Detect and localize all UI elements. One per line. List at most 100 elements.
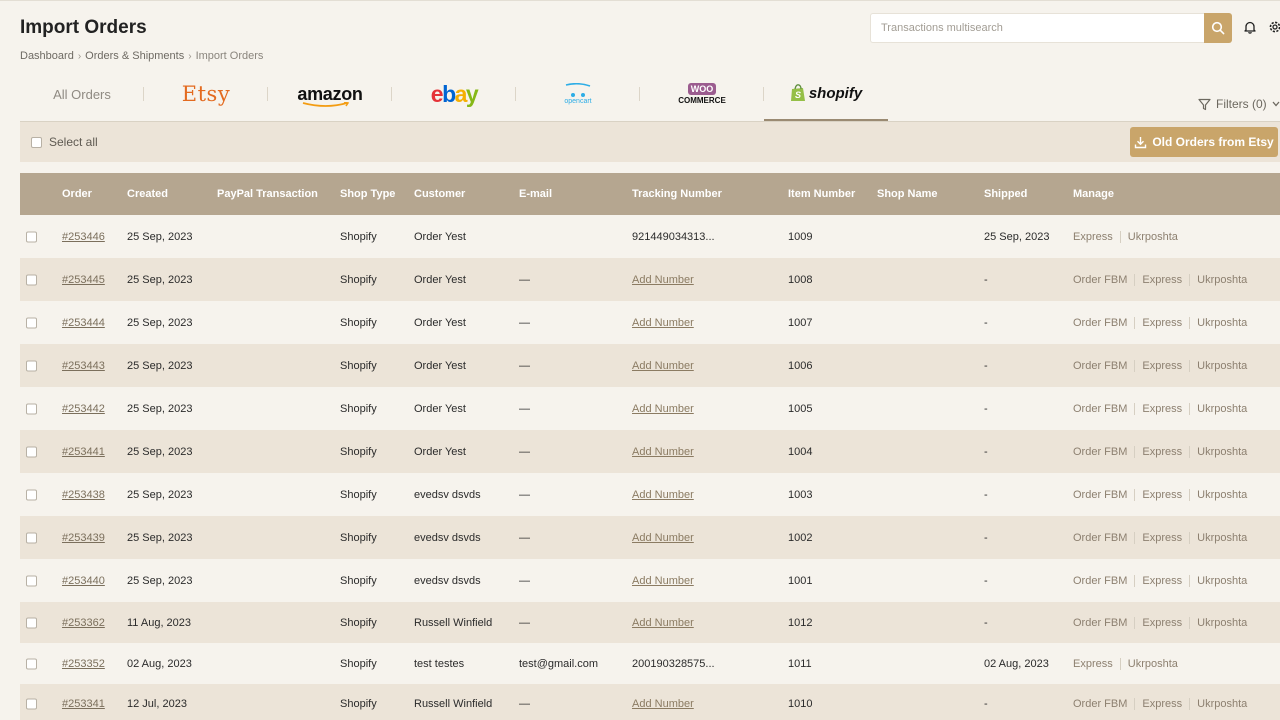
tab-shopify[interactable]: S shopify	[764, 67, 888, 121]
order-link[interactable]: #253442	[62, 403, 105, 415]
row-checkbox[interactable]	[26, 403, 37, 414]
add-number-link[interactable]: Add Number	[632, 274, 694, 286]
action-order-fbm[interactable]: Order FBM	[1073, 489, 1127, 501]
tab-ebay[interactable]: ebay	[392, 67, 516, 121]
action-express[interactable]: Express	[1142, 575, 1182, 587]
action-ukrposhta[interactable]: Ukrposhta	[1197, 274, 1247, 286]
filters-button[interactable]: Filters (0)	[1198, 97, 1280, 111]
col-paypal-transaction[interactable]: PayPal Transaction	[217, 188, 318, 200]
order-link[interactable]: #253443	[62, 360, 105, 372]
action-order-fbm[interactable]: Order FBM	[1073, 575, 1127, 587]
add-number-link[interactable]: Add Number	[632, 489, 694, 501]
row-checkbox[interactable]	[26, 698, 37, 710]
action-express[interactable]: Express	[1142, 698, 1182, 710]
action-order-fbm[interactable]: Order FBM	[1073, 317, 1127, 329]
col-order[interactable]: Order	[62, 188, 92, 200]
search-input[interactable]	[870, 13, 1204, 43]
search-button[interactable]	[1204, 13, 1232, 43]
tab-all-orders[interactable]: All Orders	[20, 67, 144, 121]
col-customer[interactable]: Customer	[414, 188, 465, 200]
col-tracking-number[interactable]: Tracking Number	[632, 188, 722, 200]
order-link[interactable]: #253441	[62, 446, 105, 458]
action-express[interactable]: Express	[1142, 317, 1182, 329]
col-email[interactable]: E-mail	[519, 188, 552, 200]
tab-amazon[interactable]: amazon	[268, 67, 392, 121]
gear-icon[interactable]	[1267, 19, 1280, 35]
tab-opencart[interactable]: opencart	[516, 67, 640, 121]
add-number-link[interactable]: Add Number	[632, 532, 694, 544]
select-all-checkbox[interactable]	[31, 136, 42, 148]
action-order-fbm[interactable]: Order FBM	[1073, 532, 1127, 544]
action-ukrposhta[interactable]: Ukrposhta	[1197, 403, 1247, 415]
action-express[interactable]: Express	[1142, 446, 1182, 458]
action-ukrposhta[interactable]: Ukrposhta	[1128, 658, 1178, 670]
action-order-fbm[interactable]: Order FBM	[1073, 274, 1127, 286]
action-ukrposhta[interactable]: Ukrposhta	[1128, 231, 1178, 243]
action-order-fbm[interactable]: Order FBM	[1073, 360, 1127, 372]
row-checkbox[interactable]	[26, 274, 37, 285]
action-ukrposhta[interactable]: Ukrposhta	[1197, 360, 1247, 372]
action-express[interactable]: Express	[1142, 532, 1182, 544]
shop-type: Shopify	[340, 488, 377, 501]
order-link[interactable]: #253440	[62, 575, 105, 587]
tab-woocommerce[interactable]: WOO COMMERCE	[640, 67, 764, 121]
col-shipped[interactable]: Shipped	[984, 188, 1027, 200]
order-link[interactable]: #253446	[62, 231, 105, 243]
tab-etsy[interactable]: Etsy	[144, 67, 268, 121]
order-link[interactable]: #253352	[62, 658, 105, 670]
action-express[interactable]: Express	[1142, 274, 1182, 286]
row-checkbox[interactable]	[26, 317, 37, 328]
action-ukrposhta[interactable]: Ukrposhta	[1197, 317, 1247, 329]
order-link[interactable]: #253444	[62, 317, 105, 329]
action-ukrposhta[interactable]: Ukrposhta	[1197, 575, 1247, 587]
action-express[interactable]: Express	[1142, 617, 1182, 629]
action-order-fbm[interactable]: Order FBM	[1073, 617, 1127, 629]
col-shop-name[interactable]: Shop Name	[877, 188, 938, 200]
shopify-logo: S shopify	[790, 84, 862, 102]
row-checkbox[interactable]	[26, 575, 37, 586]
breadcrumb-orders-shipments[interactable]: Orders & Shipments	[85, 50, 184, 62]
table-row: #253438 25 Sep, 2023 Shopify evedsv dsvds — A…	[20, 473, 1280, 516]
action-ukrposhta[interactable]: Ukrposhta	[1197, 617, 1247, 629]
action-express[interactable]: Express	[1073, 658, 1113, 670]
add-number-link[interactable]: Add Number	[632, 575, 694, 587]
old-orders-from-etsy-button[interactable]: Old Orders from Etsy	[1130, 127, 1278, 157]
shipped-date: -	[984, 698, 988, 710]
action-express[interactable]: Express	[1142, 360, 1182, 372]
action-express[interactable]: Express	[1142, 403, 1182, 415]
action-express[interactable]: Express	[1142, 489, 1182, 501]
action-ukrposhta[interactable]: Ukrposhta	[1197, 698, 1247, 710]
col-created[interactable]: Created	[127, 188, 168, 200]
add-number-link[interactable]: Add Number	[632, 698, 694, 710]
add-number-link[interactable]: Add Number	[632, 317, 694, 329]
add-number-link[interactable]: Add Number	[632, 360, 694, 372]
item-number: 1009	[788, 230, 813, 243]
order-link[interactable]: #253362	[62, 617, 105, 629]
add-number-link[interactable]: Add Number	[632, 446, 694, 458]
select-all[interactable]: Select all	[31, 135, 98, 149]
col-shop-type[interactable]: Shop Type	[340, 188, 395, 200]
action-order-fbm[interactable]: Order FBM	[1073, 698, 1127, 710]
row-checkbox[interactable]	[26, 231, 37, 242]
order-link[interactable]: #253341	[62, 698, 105, 710]
action-ukrposhta[interactable]: Ukrposhta	[1197, 489, 1247, 501]
action-ukrposhta[interactable]: Ukrposhta	[1197, 446, 1247, 458]
bell-icon[interactable]	[1242, 19, 1258, 35]
row-checkbox[interactable]	[26, 532, 37, 543]
action-ukrposhta[interactable]: Ukrposhta	[1197, 532, 1247, 544]
action-express[interactable]: Express	[1073, 231, 1113, 243]
add-number-link[interactable]: Add Number	[632, 403, 694, 415]
row-checkbox[interactable]	[26, 489, 37, 500]
col-item-number[interactable]: Item Number	[788, 188, 855, 200]
row-checkbox[interactable]	[26, 360, 37, 371]
action-order-fbm[interactable]: Order FBM	[1073, 446, 1127, 458]
add-number-link[interactable]: Add Number	[632, 617, 694, 629]
order-link[interactable]: #253439	[62, 532, 105, 544]
row-checkbox[interactable]	[26, 658, 37, 669]
breadcrumb-dashboard[interactable]: Dashboard	[20, 50, 74, 62]
order-link[interactable]: #253445	[62, 274, 105, 286]
action-order-fbm[interactable]: Order FBM	[1073, 403, 1127, 415]
row-checkbox[interactable]	[26, 617, 37, 628]
order-link[interactable]: #253438	[62, 489, 105, 501]
row-checkbox[interactable]	[26, 446, 37, 457]
